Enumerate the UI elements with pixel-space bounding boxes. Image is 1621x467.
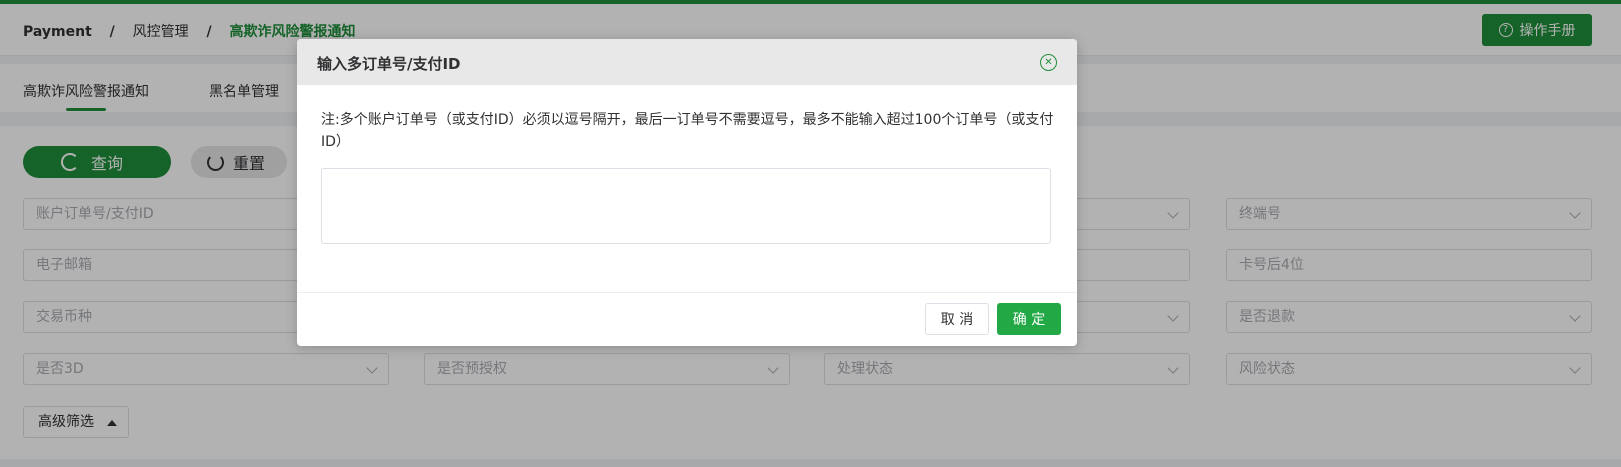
dialog-header: 输入多订单号/支付ID ✕: [297, 39, 1077, 85]
order-ids-textarea[interactable]: [321, 168, 1051, 244]
close-circle-icon[interactable]: ✕: [1040, 54, 1057, 71]
multi-order-dialog: 输入多订单号/支付ID ✕ 注:多个账户订单号（或支付ID）必须以逗号隔开，最后…: [297, 39, 1077, 346]
cancel-button[interactable]: 取 消: [925, 303, 989, 335]
dialog-title: 输入多订单号/支付ID: [317, 55, 461, 73]
confirm-button[interactable]: 确 定: [997, 303, 1061, 335]
dialog-footer-divider: [297, 292, 1077, 293]
dialog-note: 注:多个账户订单号（或支付ID）必须以逗号隔开，最后一订单号不需要逗号，最多不能…: [321, 112, 1054, 150]
